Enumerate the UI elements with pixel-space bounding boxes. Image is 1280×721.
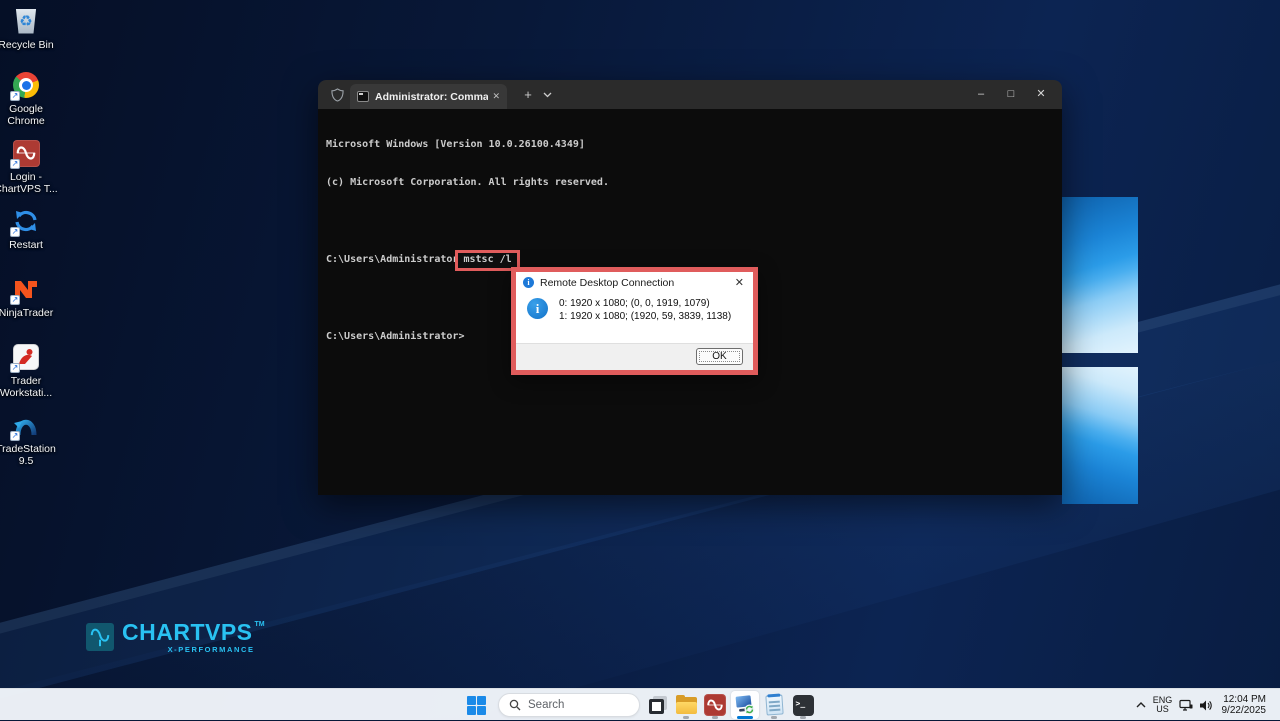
info-icon: i bbox=[527, 298, 548, 319]
monitor-info-line: 1: 1920 x 1080; (1920, 59, 3839, 1138) bbox=[559, 310, 731, 323]
tab-dropdown-chevron-icon[interactable] bbox=[543, 92, 552, 98]
terminal-line: Microsoft Windows [Version 10.0.26100.43… bbox=[326, 139, 1062, 152]
dialog-body: i 0: 1920 x 1080; (0, 0, 1919, 1079) 1: … bbox=[516, 293, 753, 343]
dialog-annotation-highlight: i Remote Desktop Connection ✕ i 0: 1920 … bbox=[511, 267, 758, 375]
windows-logo-icon bbox=[467, 696, 486, 715]
tab-close-icon[interactable]: ✕ bbox=[492, 91, 500, 102]
tab-title: Administrator: Command Pro bbox=[375, 91, 488, 103]
ninjatrader-icon: ↗ bbox=[11, 274, 41, 304]
desktop-icon-recycle-bin[interactable]: ♻ Recycle Bin bbox=[0, 6, 58, 51]
file-explorer-button[interactable] bbox=[674, 693, 698, 717]
search-icon bbox=[509, 699, 521, 711]
rdp-running-indicator bbox=[737, 716, 753, 719]
shortcut-arrow-icon: ↗ bbox=[10, 295, 20, 305]
sine-wave-icon bbox=[89, 625, 111, 649]
dialog-title: Remote Desktop Connection bbox=[540, 277, 733, 289]
chartvps-login-icon: ↗ bbox=[11, 138, 41, 168]
hidden-icons-chevron-icon[interactable] bbox=[1132, 702, 1150, 708]
brand-name: CHARTVPS bbox=[122, 620, 253, 644]
shortcut-arrow-icon: ↗ bbox=[10, 363, 20, 373]
start-button[interactable] bbox=[464, 693, 488, 717]
language-indicator[interactable]: ENG US bbox=[1150, 696, 1176, 715]
info-icon: i bbox=[523, 277, 534, 288]
monitor-info-line: 0: 1920 x 1080; (0, 0, 1919, 1079) bbox=[559, 297, 731, 310]
notepad-button[interactable] bbox=[762, 693, 786, 717]
network-icon[interactable] bbox=[1176, 699, 1196, 712]
remote-desktop-icon bbox=[734, 694, 756, 716]
terminal-titlebar[interactable]: Administrator: Command Pro ✕ + – □ ✕ bbox=[318, 80, 1062, 109]
recycle-glyph-icon: ♻ bbox=[19, 12, 32, 30]
search-input[interactable] bbox=[528, 699, 628, 711]
trader-workstation-icon: ↗ bbox=[11, 342, 41, 372]
maximize-button[interactable]: □ bbox=[996, 80, 1026, 109]
desktop-icon-tradestation[interactable]: ↗ TradeStation 9.5 bbox=[0, 410, 58, 467]
shortcut-arrow-icon: ↗ bbox=[10, 227, 20, 237]
running-indicator bbox=[771, 716, 777, 719]
restart-icon: ↗ bbox=[11, 206, 41, 236]
wallpaper-windows-logo-pane bbox=[1062, 197, 1138, 353]
tradestation-icon: ↗ bbox=[11, 410, 41, 440]
desktop-icon-label: Recycle Bin bbox=[0, 39, 58, 51]
remote-desktop-dialog: i Remote Desktop Connection ✕ i 0: 1920 … bbox=[516, 272, 753, 370]
desktop-icon-label: Login - ChartVPS T... bbox=[0, 171, 58, 195]
desktop-icon-login-chartvps[interactable]: ↗ Login - ChartVPS T... bbox=[0, 138, 58, 195]
dialog-close-icon[interactable]: ✕ bbox=[733, 276, 746, 289]
prompt-text: C:\Users\Administrator> bbox=[326, 331, 464, 342]
taskbar: >_ ENG US 12:04 bbox=[0, 688, 1280, 720]
tray-time: 12:04 PM bbox=[1222, 694, 1267, 706]
new-tab-button[interactable]: + bbox=[519, 87, 537, 102]
system-tray: ENG US 12:04 PM 9/22/2025 bbox=[1132, 689, 1280, 721]
clock[interactable]: 12:04 PM 9/22/2025 bbox=[1222, 694, 1267, 717]
tray-date: 9/22/2025 bbox=[1222, 705, 1267, 717]
remote-desktop-button[interactable] bbox=[733, 693, 757, 717]
desktop-icon-label: Google Chrome bbox=[0, 103, 58, 127]
terminal-line bbox=[326, 215, 1062, 228]
desktop-icon-ninjatrader[interactable]: ↗ NinjaTrader bbox=[0, 274, 58, 319]
desktop-icon-label: NinjaTrader bbox=[0, 307, 58, 319]
dialog-footer: OK bbox=[516, 343, 753, 370]
notepad-icon bbox=[765, 694, 783, 715]
chrome-icon: ↗ bbox=[11, 70, 41, 100]
running-indicator bbox=[712, 716, 718, 719]
minimize-button[interactable]: – bbox=[966, 80, 996, 109]
shortcut-arrow-icon: ↗ bbox=[10, 91, 20, 101]
desktop-icon-restart[interactable]: ↗ Restart bbox=[0, 206, 58, 251]
desktop-icon-google-chrome[interactable]: ↗ Google Chrome bbox=[0, 70, 58, 127]
running-indicator bbox=[683, 716, 689, 719]
ok-button[interactable]: OK bbox=[696, 348, 743, 365]
language-line: US bbox=[1150, 705, 1176, 715]
brand-tagline: X-PERFORMANCE bbox=[122, 645, 265, 654]
shortcut-arrow-icon: ↗ bbox=[10, 431, 20, 441]
chartvps-app-button[interactable] bbox=[703, 693, 727, 717]
task-view-icon bbox=[648, 695, 668, 715]
task-view-button[interactable] bbox=[646, 693, 670, 717]
wallpaper-windows-logo-pane bbox=[1062, 367, 1138, 504]
terminal-app-button[interactable]: >_ bbox=[791, 693, 815, 717]
prompt-text: C:\Users\Administrator> bbox=[326, 254, 464, 265]
taskbar-search[interactable] bbox=[498, 693, 640, 717]
desktop-icon-label: Restart bbox=[0, 239, 58, 251]
desktop-icon-trader-workstation[interactable]: ↗ Trader Workstati... bbox=[0, 342, 58, 399]
terminal-line: C:\Users\Administrator>mstsc /l bbox=[326, 254, 1062, 267]
chartvps-watermark: CHARTVPS TM X-PERFORMANCE bbox=[86, 620, 265, 654]
cmd-icon bbox=[357, 91, 369, 102]
shortcut-arrow-icon: ↗ bbox=[10, 159, 20, 169]
recycle-bin-icon: ♻ bbox=[11, 6, 41, 36]
admin-shield-icon bbox=[326, 88, 348, 102]
desktop-icon-label: Trader Workstati... bbox=[0, 375, 58, 399]
dialog-titlebar[interactable]: i Remote Desktop Connection ✕ bbox=[516, 272, 753, 293]
terminal-tab-cmd[interactable]: Administrator: Command Pro ✕ bbox=[350, 84, 507, 109]
terminal-icon: >_ bbox=[793, 695, 814, 716]
running-indicator bbox=[800, 716, 806, 719]
desktop-icon-label: TradeStation 9.5 bbox=[0, 443, 58, 467]
chartvps-logo-icon bbox=[86, 623, 114, 651]
terminal-line: (c) Microsoft Corporation. All rights re… bbox=[326, 177, 1062, 190]
close-button[interactable]: ✕ bbox=[1026, 80, 1056, 109]
trademark-symbol: TM bbox=[255, 621, 265, 628]
chartvps-icon bbox=[704, 694, 726, 716]
folder-icon bbox=[676, 697, 697, 714]
volume-icon[interactable] bbox=[1196, 699, 1216, 712]
